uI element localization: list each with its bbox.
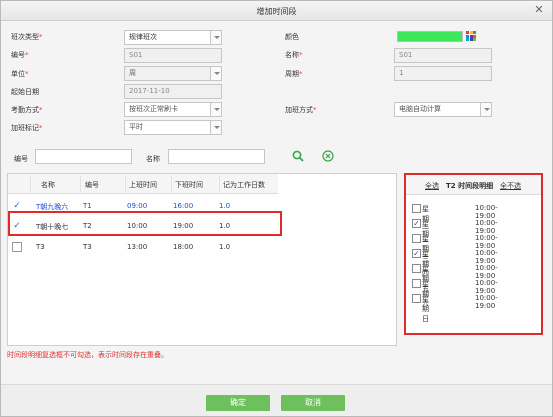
row-end: 16:00 (173, 202, 194, 210)
overtime-flag-select[interactable]: 平时 (124, 120, 222, 135)
header-start: 上班时间 (129, 181, 157, 189)
day-checkbox[interactable] (412, 294, 421, 303)
attendance-select[interactable]: 按班次正常刷卡 (124, 102, 222, 117)
row-code: T1 (83, 202, 92, 210)
row-code: T3 (83, 243, 92, 251)
day-name: 星期日 (422, 295, 429, 323)
column-divider (171, 176, 172, 192)
day-checkbox[interactable] (412, 234, 421, 243)
dialog-window: 增加时间段 ✕ 班次类型* 规律班次 颜色 编号* S01 名称* S01 单位… (0, 0, 553, 417)
shift-type-select[interactable]: 规律班次 (124, 30, 222, 45)
code-field[interactable]: S01 (124, 48, 222, 63)
row-checkbox[interactable] (12, 242, 22, 252)
attendance-label: 考勤方式* (11, 106, 43, 114)
row-start: 13:00 (127, 243, 148, 251)
period-field[interactable]: 1 (394, 66, 492, 81)
column-divider (80, 176, 81, 192)
detail-title: T2 时间段明细 (446, 182, 494, 190)
dialog-title: 增加时间段 (256, 7, 297, 16)
chevron-down-icon[interactable] (210, 103, 221, 116)
day-time: 10:00-19:00 (475, 204, 498, 220)
code-label: 编号* (11, 51, 29, 59)
clear-icon[interactable] (322, 150, 334, 162)
chevron-down-icon[interactable] (210, 67, 221, 80)
chevron-down-icon[interactable] (480, 103, 491, 116)
start-date-label: 起始日期 (11, 88, 39, 96)
row-end: 18:00 (173, 243, 194, 251)
title-bar: 增加时间段 ✕ (1, 1, 552, 21)
timeslot-detail-panel: 全选 T2 时间段明细 全不选 星期一 10:00-19:00 ✓ 星期二 10… (404, 173, 543, 335)
checkmark-icon[interactable]: ✓ (412, 249, 421, 258)
unit-select[interactable]: 周 (124, 66, 222, 81)
overlap-note: 时间段明细复选框不可勾选，表示时间段存在重叠。 (7, 351, 168, 359)
color-label: 颜色 (285, 33, 299, 41)
detail-header: 全选 T2 时间段明细 全不选 (406, 175, 541, 195)
search-code-label: 编号 (14, 155, 28, 163)
period-label: 周期* (285, 70, 303, 78)
chevron-down-icon[interactable] (210, 31, 221, 44)
highlight-box (8, 211, 282, 236)
row-name: T3 (36, 243, 45, 251)
day-time: 10:00-19:00 (475, 249, 498, 265)
overtime-flag-label: 加班标记* (11, 124, 43, 132)
column-divider (125, 176, 126, 192)
row-days: 1.0 (219, 202, 231, 210)
timeslot-table: 名称 编号 上班时间 下班时间 记为工作日数 ✓ T朝九晚六 T1 09:00 … (7, 173, 397, 346)
row-days: 1.0 (219, 243, 231, 251)
search-icon[interactable] (292, 150, 304, 162)
search-name-input[interactable] (168, 149, 265, 164)
day-time: 10:00-19:00 (475, 219, 498, 235)
search-code-input[interactable] (35, 149, 132, 164)
day-checkbox[interactable] (412, 279, 421, 288)
button-bar: 确定 取消 (1, 384, 552, 416)
header-days: 记为工作日数 (223, 181, 265, 189)
shift-type-label: 班次类型* (11, 33, 43, 41)
checkmark-icon[interactable]: ✓ (412, 219, 421, 228)
close-icon[interactable]: ✕ (532, 3, 546, 17)
palette-icon[interactable] (466, 31, 476, 41)
name-field[interactable]: S01 (394, 48, 492, 63)
column-divider (30, 176, 31, 192)
header-name: 名称 (41, 181, 55, 189)
table-row[interactable]: T3 T3 13:00 18:00 1.0 (8, 236, 396, 258)
column-divider (219, 176, 220, 192)
search-name-label: 名称 (146, 155, 160, 163)
day-checkbox[interactable] (412, 204, 421, 213)
unit-label: 单位* (11, 70, 29, 78)
color-swatch[interactable] (397, 31, 463, 42)
table-header: 名称 编号 上班时间 下班时间 记为工作日数 (8, 174, 278, 194)
cancel-button[interactable]: 取消 (281, 395, 345, 411)
checkmark-icon[interactable]: ✓ (12, 201, 22, 211)
day-time: 10:00-19:00 (475, 234, 498, 250)
day-checkbox[interactable] (412, 264, 421, 273)
name-label: 名称* (285, 51, 303, 59)
chevron-down-icon[interactable] (210, 121, 221, 134)
select-all-link[interactable]: 全选 (425, 181, 439, 191)
day-time: 10:00-19:00 (475, 279, 498, 295)
header-code: 编号 (85, 181, 99, 189)
select-none-link[interactable]: 全不选 (500, 181, 521, 191)
start-date-field[interactable]: 2017-11-10 (124, 84, 222, 99)
day-time: 10:00-19:00 (475, 294, 498, 310)
overtime-mode-select[interactable]: 电脑自动计算 (394, 102, 492, 117)
header-end: 下班时间 (175, 181, 203, 189)
ok-button[interactable]: 确定 (206, 395, 270, 411)
overtime-mode-label: 加班方式* (285, 106, 317, 114)
day-time: 10:00-19:00 (475, 264, 498, 280)
row-start: 09:00 (127, 202, 148, 210)
